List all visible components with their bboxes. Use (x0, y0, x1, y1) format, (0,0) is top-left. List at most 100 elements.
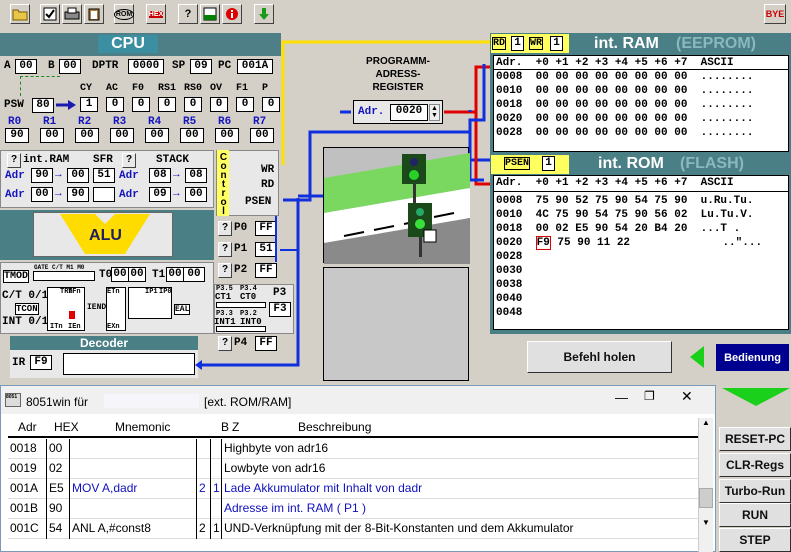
prog-adr-spinner[interactable]: ▲ ▼ (429, 104, 440, 121)
column-divider (69, 519, 70, 539)
restore-icon[interactable]: ❐ (644, 389, 655, 403)
table-cell: Highbyte von adr16 (224, 441, 329, 455)
rom-row: 0030 (496, 265, 523, 277)
table-cell: 0018 (10, 441, 37, 455)
decoder-arrow-icon (195, 360, 202, 370)
rom-row: 0038 (496, 279, 523, 291)
table-cell: 54 (49, 521, 63, 535)
listing-column-header: HEX (54, 420, 79, 434)
listing-column-header: Mnemonic (115, 420, 171, 434)
ram-row: 0028 00 00 00 00 00 00 00 00 ........ (496, 127, 754, 139)
column-divider (221, 459, 222, 479)
table-cell: UND-Verknüpfung mit der 8-Bit-Konstanten… (224, 521, 574, 535)
ram-header: Adr. +0 +1 +2 +3 +4 +5 +6 +7 ASCII (494, 56, 788, 70)
traffic-scene (323, 147, 470, 264)
clr-regs-button[interactable]: CLR-Regs (719, 453, 791, 477)
rom-rows: 0008 75 90 52 75 90 54 75 90 u.Ru.Tu. 001… (494, 192, 788, 320)
wr-flag-value[interactable]: 1 (550, 36, 563, 51)
rom-header: Adr. +0 +1 +2 +3 +4 +5 +6 +7 ASCII (494, 176, 788, 192)
prog-adr-label: Adr. (358, 106, 385, 118)
scroll-down-icon[interactable]: ▼ (699, 518, 713, 527)
table-cell: Adresse im int. RAM ( P1 ) (224, 501, 367, 515)
minimize-icon[interactable]: — (615, 390, 628, 405)
left-arrow-icon (690, 346, 704, 368)
ram-row: 0020 00 00 00 00 00 00 00 00 ........ (496, 113, 754, 125)
column-divider (69, 439, 70, 459)
table-cell: 0019 (10, 461, 37, 475)
fetch-instruction-button[interactable]: Befehl holen (527, 341, 672, 373)
listing-column-header: Beschreibung (298, 420, 372, 434)
app-icon: 8051 (5, 393, 21, 407)
scroll-up-icon[interactable]: ▲ (699, 418, 713, 433)
listing-column-header: Z (232, 420, 240, 434)
column-divider (69, 479, 70, 499)
table-row[interactable]: 0019 02 Lowbyte von adr16 (8, 459, 698, 479)
rom-row: 0048 (496, 307, 523, 319)
ram-subtitle: (EEPROM) (676, 35, 756, 52)
rom-row: 0040 (496, 293, 523, 305)
turbo-run-button[interactable]: Turbo-Run (719, 479, 791, 503)
rom-dump: Adr. +0 +1 +2 +3 +4 +5 +6 +7 ASCII 0008 … (493, 175, 789, 330)
column-divider (210, 519, 211, 539)
scroll-thumb[interactable] (699, 488, 713, 508)
table-cell: 90 (49, 501, 63, 515)
rom-row: 0010 4C 75 90 54 75 90 56 02 Lu.Tu.V. (496, 209, 754, 221)
table-cell: 02 (49, 461, 63, 475)
rom-row-bytes: 75 90 11 22 .."... (550, 237, 763, 249)
column-divider (210, 499, 211, 519)
rom-row: 0008 75 90 52 75 90 54 75 90 u.Ru.Tu. (496, 195, 754, 207)
close-icon[interactable]: ✕ (681, 388, 693, 405)
rom-title: int. ROM (598, 155, 664, 172)
rom-row: 0028 (496, 251, 523, 263)
header-divider (8, 436, 698, 438)
rom-row: 0018 00 02 E5 90 54 20 B4 20 ...T . (496, 223, 741, 235)
table-cell: 1 (213, 521, 220, 535)
column-divider (196, 459, 197, 479)
prog-reg-title-2: ADRESS- (375, 69, 421, 80)
column-divider (196, 519, 197, 539)
listing-column-header: B (221, 420, 230, 434)
traffic-light-icon (324, 153, 470, 264)
column-divider (69, 459, 70, 479)
table-cell: 00 (49, 441, 63, 455)
table-cell: 1 (213, 481, 220, 495)
rom-subtitle: (FLASH) (680, 155, 744, 172)
column-divider (210, 459, 211, 479)
table-row[interactable]: 001A E5 MOV A,dadr 2 1 Lade Akkumulator mit I… (8, 479, 698, 499)
ram-rows: 0008 00 00 00 00 00 00 00 00 ........ 001… (494, 70, 788, 140)
ram-row: 0008 00 00 00 00 00 00 00 00 ........ (496, 71, 754, 83)
rom-current-byte: F9 (535, 236, 551, 250)
table-cell: 001C (10, 521, 39, 535)
title-redaction (104, 394, 199, 408)
ram-title: int. RAM (594, 35, 659, 52)
column-divider (69, 499, 70, 519)
bedienung-button[interactable]: Bedienung (716, 344, 789, 371)
step-button[interactable]: STEP (719, 528, 791, 552)
table-row[interactable]: 001C 54 ANL A,#const8 2 1 UND-Verknüpfung mit… (8, 519, 698, 539)
column-divider (210, 479, 211, 499)
run-button[interactable]: RUN (719, 503, 791, 527)
psen-flag-value[interactable]: 1 (542, 156, 555, 171)
table-row[interactable]: 0018 00 Highbyte von adr16 (8, 439, 698, 459)
table-cell: 2 (199, 521, 206, 535)
wr-flag-label: WR (529, 37, 544, 50)
prog-adr-value[interactable]: 0020 (390, 104, 428, 121)
reset-pc-button[interactable]: RESET-PC (719, 427, 791, 451)
table-row[interactable]: 001B 90 Adresse im int. RAM ( P1 ) (8, 499, 698, 519)
psen-flag-label: PSEN (504, 157, 531, 170)
table-cell: MOV A,dadr (72, 481, 138, 495)
table-cell: E5 (49, 481, 64, 495)
listing-scrollbar[interactable]: ▲ ▼ (698, 418, 713, 552)
table-cell: Lowbyte von adr16 (224, 461, 326, 475)
column-divider (221, 499, 222, 519)
column-divider (196, 439, 197, 459)
prog-reg-title-3: REGISTER (372, 82, 424, 93)
rd-flag-value[interactable]: 1 (511, 36, 524, 51)
column-divider (210, 439, 211, 459)
prog-reg-title: PROGRAMM- ADRESS- REGISTER (352, 55, 444, 94)
table-cell: 001A (10, 481, 39, 495)
column-divider (221, 439, 222, 459)
prog-reg-title-1: PROGRAMM- (366, 56, 430, 67)
column-divider (46, 519, 47, 539)
table-cell: ANL A,#const8 (72, 521, 151, 535)
